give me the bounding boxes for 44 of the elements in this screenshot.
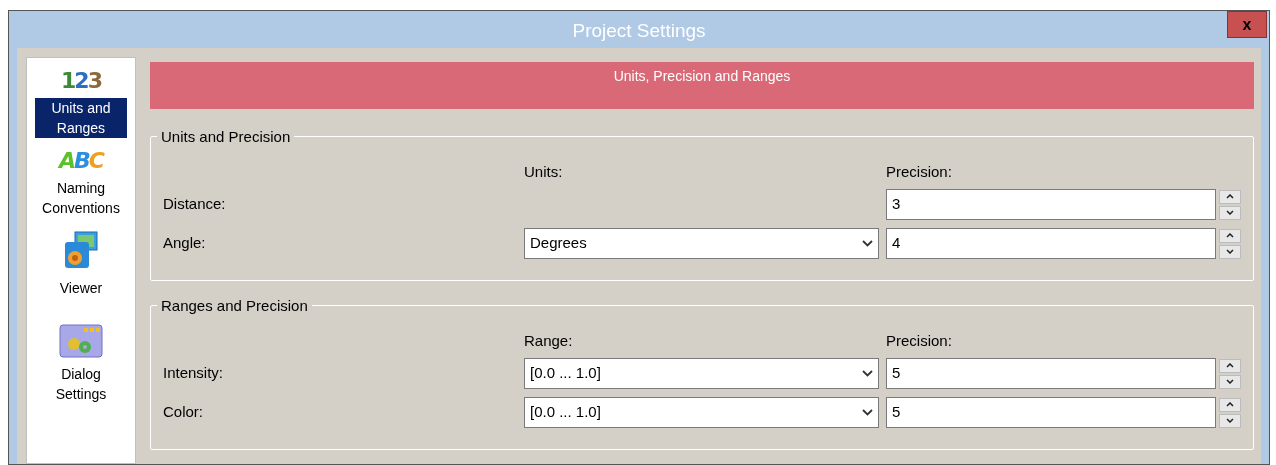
decrement-button[interactable] <box>1219 413 1241 428</box>
precision-field[interactable]: 5 <box>886 397 1216 428</box>
increment-button[interactable] <box>1219 189 1241 204</box>
gears-window-icon <box>59 324 103 358</box>
letters-icon: ABC <box>59 150 103 172</box>
field-label: Angle: <box>163 233 207 254</box>
close-button[interactable]: x <box>1227 11 1267 38</box>
column-header: Precision: <box>886 162 952 181</box>
caret-down-icon <box>1226 379 1234 384</box>
caret-down-icon <box>1226 249 1234 254</box>
caret-down-icon <box>1226 418 1234 423</box>
dropdown[interactable]: [0.0 ... 1.0] <box>524 358 879 389</box>
caret-up-icon <box>1226 363 1234 368</box>
precision-field[interactable]: 5 <box>886 358 1216 389</box>
window-title: Project Settings <box>572 19 706 43</box>
caret-up-icon <box>1226 402 1234 407</box>
increment-button[interactable] <box>1219 358 1241 373</box>
sidebar-item[interactable]: Naming Conventions <box>35 178 127 218</box>
decrement-button[interactable] <box>1219 374 1241 389</box>
field-label: Intensity: <box>163 363 225 384</box>
chevron-down-icon <box>862 370 873 377</box>
increment-button[interactable] <box>1219 228 1241 243</box>
caret-up-icon <box>1226 233 1234 238</box>
increment-button[interactable] <box>1219 397 1241 412</box>
precision-field[interactable]: 3 <box>886 189 1216 220</box>
sidebar-item[interactable]: Viewer <box>35 278 127 298</box>
section-banner: Units, Precision and Ranges <box>150 62 1254 109</box>
field-label: Distance: <box>163 194 227 215</box>
sidebar-item[interactable]: Dialog Settings <box>35 364 127 404</box>
column-header: Precision: <box>886 331 952 350</box>
numbers-icon: 123 <box>61 70 101 92</box>
caret-up-icon <box>1226 194 1234 199</box>
column-header: Range: <box>524 331 574 350</box>
sidebar-item[interactable]: Units and Ranges <box>35 98 127 138</box>
dropdown[interactable]: [0.0 ... 1.0] <box>524 397 879 428</box>
chevron-down-icon <box>862 240 873 247</box>
decrement-button[interactable] <box>1219 244 1241 259</box>
field-label: Color: <box>163 402 204 423</box>
dropdown[interactable]: Degrees <box>524 228 879 259</box>
decrement-button[interactable] <box>1219 205 1241 220</box>
column-header: Units: <box>524 162 564 181</box>
precision-field[interactable]: 4 <box>886 228 1216 259</box>
caret-down-icon <box>1226 210 1234 215</box>
chevron-down-icon <box>862 409 873 416</box>
